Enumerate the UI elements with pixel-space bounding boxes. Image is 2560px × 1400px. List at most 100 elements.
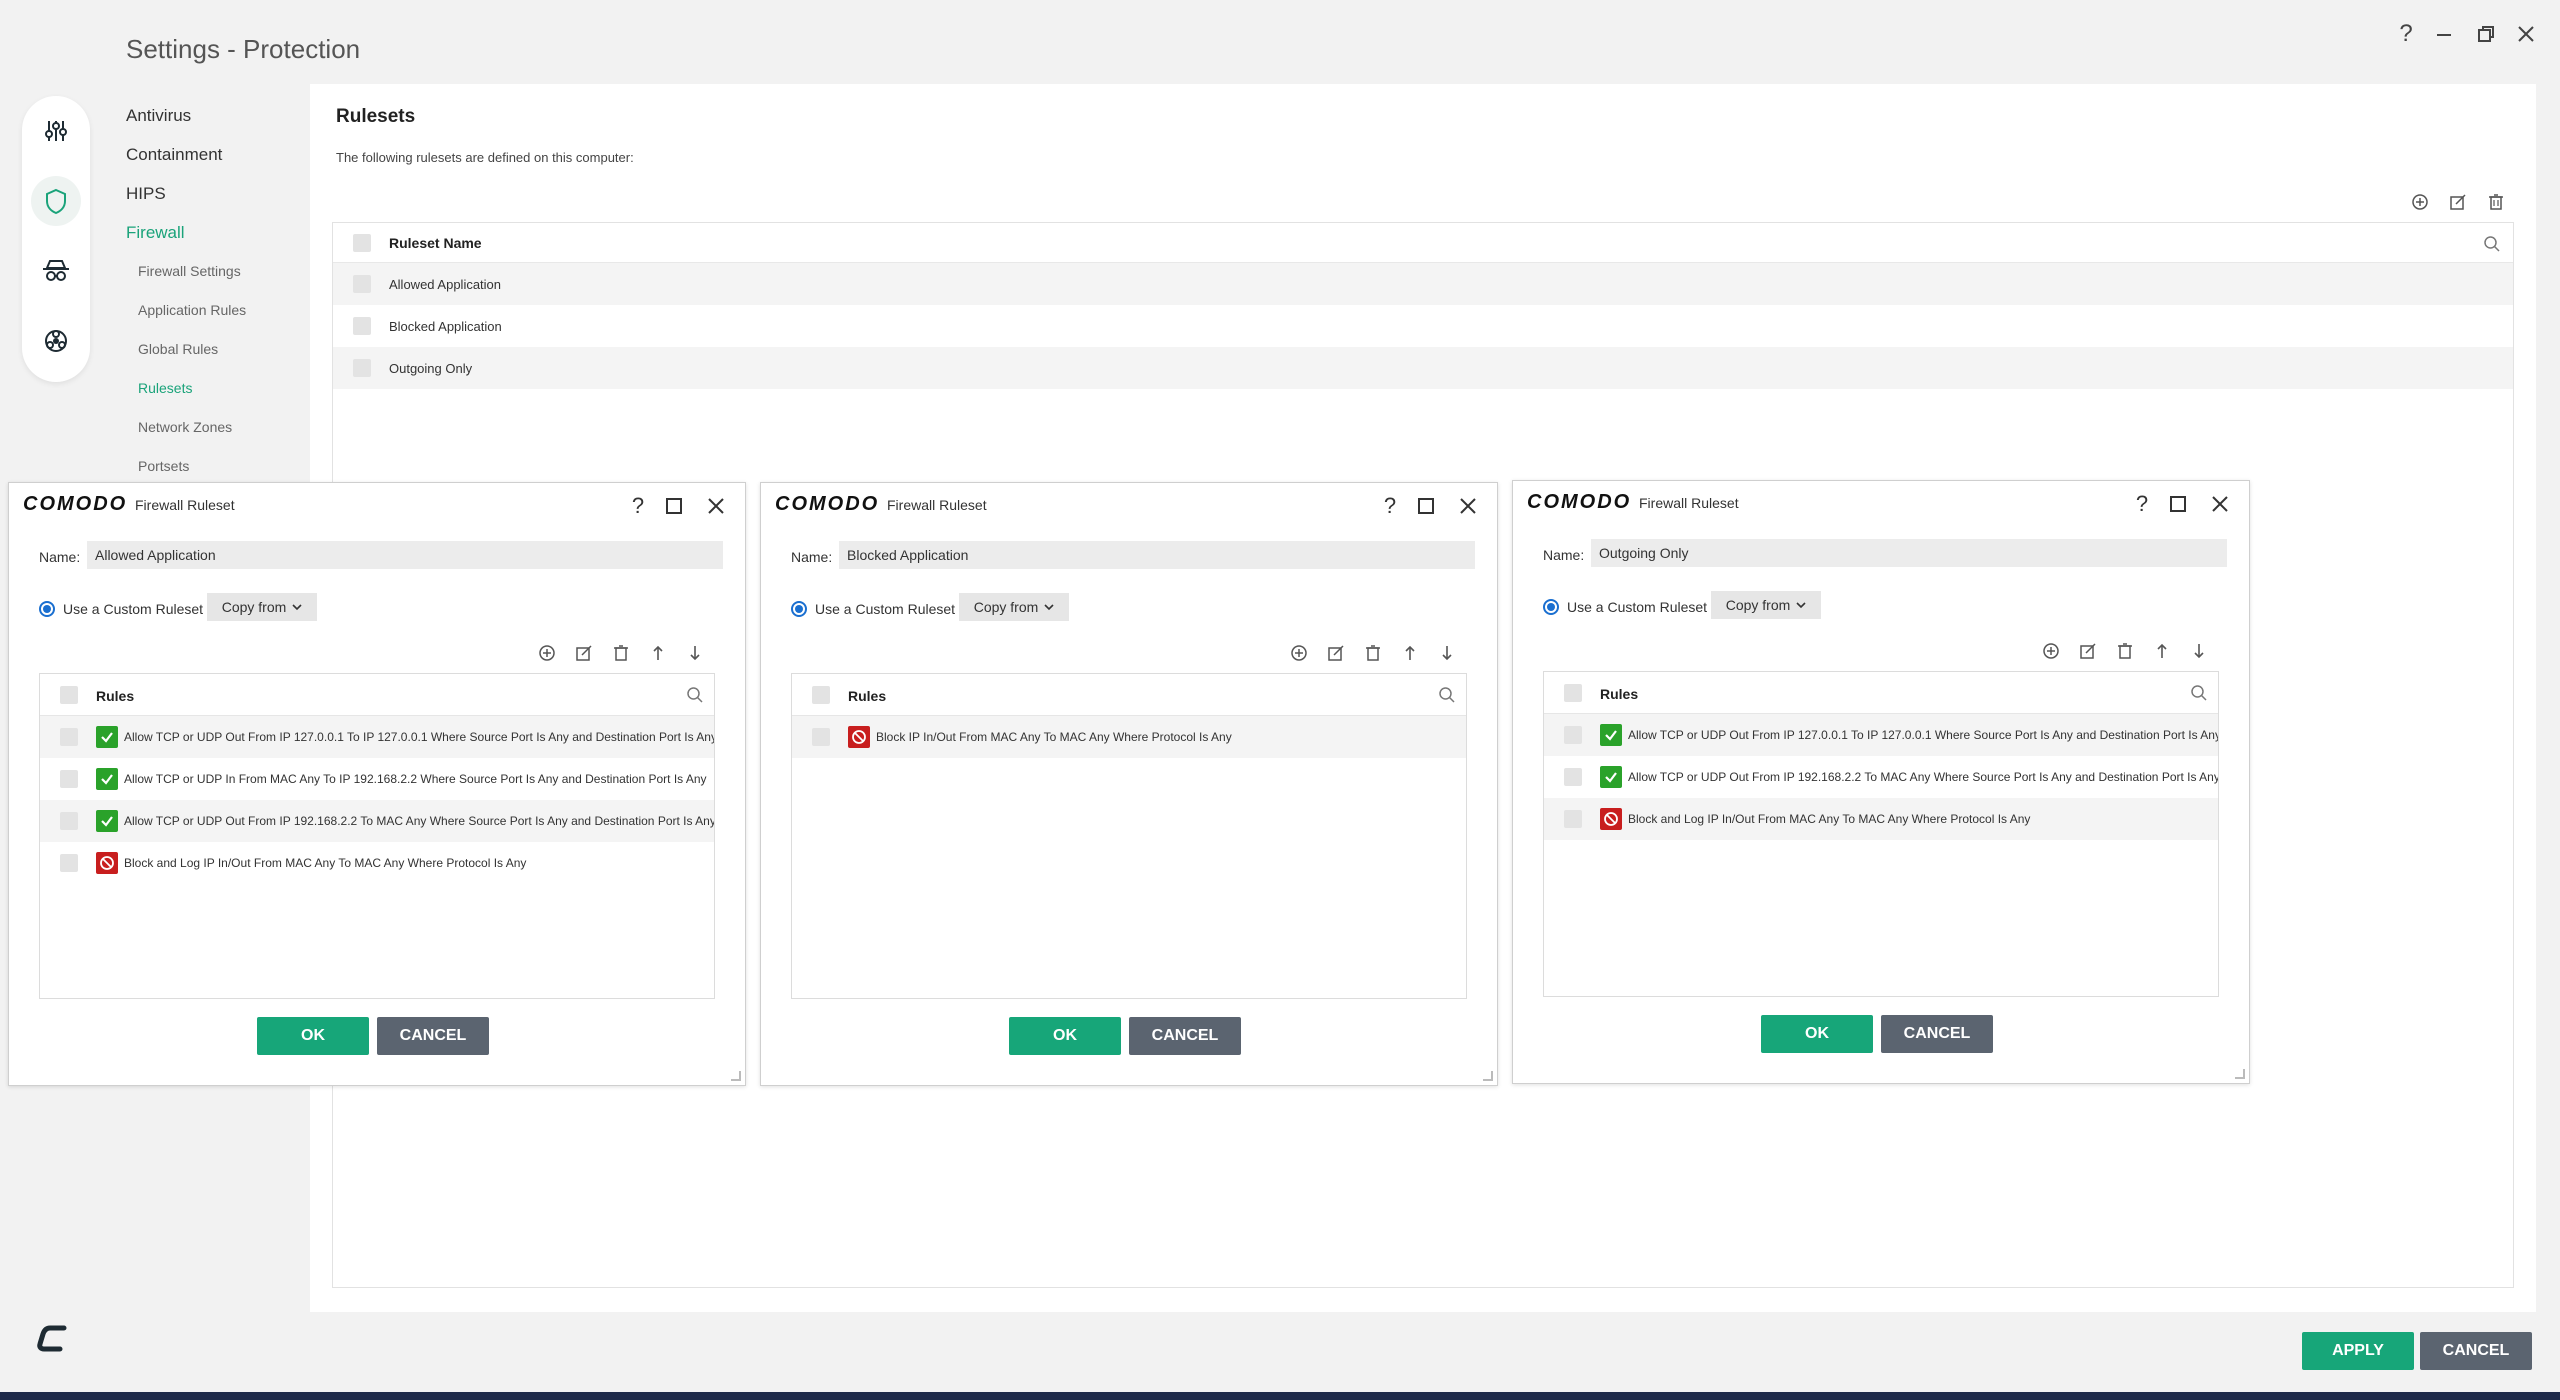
column-header-rules[interactable]: Rules [1600, 686, 1638, 702]
rail-item-advanced[interactable] [31, 316, 81, 366]
rule-row[interactable]: Allow TCP or UDP In From MAC Any To IP 1… [40, 758, 714, 800]
nav-sub-portsets[interactable]: Portsets [138, 458, 189, 474]
cancel-button[interactable]: CANCEL [1129, 1017, 1241, 1055]
rail-item-protection[interactable] [31, 176, 81, 226]
rule-row[interactable]: Allow TCP or UDP Out From IP 192.168.2.2… [40, 800, 714, 842]
edit-rule-button[interactable] [2078, 641, 2098, 661]
dialog-help-button[interactable]: ? [621, 489, 655, 523]
dialog-close-button[interactable] [699, 489, 733, 523]
row-checkbox[interactable] [60, 770, 78, 788]
dialog-close-button[interactable] [1451, 489, 1485, 523]
custom-ruleset-radio[interactable] [39, 601, 55, 617]
column-header-rules[interactable]: Rules [96, 688, 134, 704]
rule-row[interactable]: Block and Log IP In/Out From MAC Any To … [40, 842, 714, 884]
custom-ruleset-label[interactable]: Use a Custom Ruleset [63, 601, 203, 617]
select-all-checkbox[interactable] [353, 234, 371, 252]
copy-from-dropdown[interactable]: Copy from [959, 593, 1069, 621]
delete-rule-button[interactable] [2115, 641, 2135, 661]
custom-ruleset-radio[interactable] [1543, 599, 1559, 615]
row-checkbox[interactable] [60, 728, 78, 746]
name-input[interactable]: Blocked Application [839, 541, 1475, 569]
resize-grip[interactable] [1483, 1071, 1493, 1081]
row-checkbox[interactable] [1564, 726, 1582, 744]
move-up-button[interactable] [648, 643, 668, 663]
select-all-checkbox[interactable] [60, 686, 78, 704]
rule-row[interactable]: Allow TCP or UDP Out From IP 127.0.0.1 T… [40, 716, 714, 758]
rule-row[interactable]: Allow TCP or UDP Out From IP 127.0.0.1 T… [1544, 714, 2218, 756]
row-checkbox[interactable] [1564, 768, 1582, 786]
rail-item-general[interactable] [31, 106, 81, 156]
resize-grip[interactable] [731, 1071, 741, 1081]
add-rule-button[interactable] [2041, 641, 2061, 661]
restore-button[interactable] [2466, 14, 2506, 54]
custom-ruleset-radio[interactable] [791, 601, 807, 617]
select-all-checkbox[interactable] [812, 686, 830, 704]
add-rule-button[interactable] [1289, 643, 1309, 663]
table-row[interactable]: Outgoing Only [333, 347, 2513, 389]
help-button[interactable]: ? [2386, 14, 2426, 54]
dialog-maximize-button[interactable] [657, 489, 691, 523]
row-checkbox[interactable] [60, 812, 78, 830]
row-checkbox[interactable] [60, 854, 78, 872]
nav-sub-firewall-settings[interactable]: Firewall Settings [138, 263, 241, 279]
nav-sub-global-rules[interactable]: Global Rules [138, 341, 218, 357]
search-icon[interactable] [2483, 235, 2501, 253]
search-icon[interactable] [1438, 686, 1456, 704]
custom-ruleset-label[interactable]: Use a Custom Ruleset [815, 601, 955, 617]
rule-row[interactable]: Allow TCP or UDP Out From IP 192.168.2.2… [1544, 756, 2218, 798]
dialog-help-button[interactable]: ? [1373, 489, 1407, 523]
row-checkbox[interactable] [353, 275, 371, 293]
edit-ruleset-button[interactable] [2448, 192, 2468, 212]
edit-rule-button[interactable] [1326, 643, 1346, 663]
edit-rule-button[interactable] [574, 643, 594, 663]
rule-row[interactable]: Block and Log IP In/Out From MAC Any To … [1544, 798, 2218, 840]
add-ruleset-button[interactable] [2410, 192, 2430, 212]
nav-item-hips[interactable]: HIPS [126, 184, 166, 204]
dialog-close-button[interactable] [2203, 487, 2237, 521]
row-checkbox[interactable] [1564, 810, 1582, 828]
minimize-button[interactable] [2424, 14, 2464, 54]
search-icon[interactable] [2190, 684, 2208, 702]
move-down-button[interactable] [685, 643, 705, 663]
rail-item-privacy[interactable] [31, 246, 81, 296]
copy-from-dropdown[interactable]: Copy from [1711, 591, 1821, 619]
dialog-maximize-button[interactable] [2161, 487, 2195, 521]
dialog-help-button[interactable]: ? [2125, 487, 2159, 521]
cancel-button[interactable]: CANCEL [1881, 1015, 1993, 1053]
custom-ruleset-label[interactable]: Use a Custom Ruleset [1567, 599, 1707, 615]
cancel-button[interactable]: CANCEL [377, 1017, 489, 1055]
move-up-button[interactable] [2152, 641, 2172, 661]
row-checkbox[interactable] [353, 317, 371, 335]
row-checkbox[interactable] [353, 359, 371, 377]
ok-button[interactable]: OK [1009, 1017, 1121, 1055]
delete-ruleset-button[interactable] [2486, 192, 2506, 212]
copy-from-dropdown[interactable]: Copy from [207, 593, 317, 621]
move-up-button[interactable] [1400, 643, 1420, 663]
name-input[interactable]: Outgoing Only [1591, 539, 2227, 567]
nav-item-antivirus[interactable]: Antivirus [126, 106, 191, 126]
select-all-checkbox[interactable] [1564, 684, 1582, 702]
nav-item-firewall[interactable]: Firewall [126, 223, 185, 243]
table-row[interactable]: Allowed Application [333, 263, 2513, 305]
nav-sub-network-zones[interactable]: Network Zones [138, 419, 232, 435]
ok-button[interactable]: OK [1761, 1015, 1873, 1053]
search-icon[interactable] [686, 686, 704, 704]
dialog-maximize-button[interactable] [1409, 489, 1443, 523]
cancel-button[interactable]: CANCEL [2420, 1332, 2532, 1370]
column-header-rules[interactable]: Rules [848, 688, 886, 704]
name-input[interactable]: Allowed Application [87, 541, 723, 569]
delete-rule-button[interactable] [611, 643, 631, 663]
delete-rule-button[interactable] [1363, 643, 1383, 663]
close-button[interactable] [2506, 14, 2546, 54]
rule-row[interactable]: Block IP In/Out From MAC Any To MAC Any … [792, 716, 1466, 758]
table-row[interactable]: Blocked Application [333, 305, 2513, 347]
move-down-button[interactable] [1437, 643, 1457, 663]
resize-grip[interactable] [2235, 1069, 2245, 1079]
row-checkbox[interactable] [812, 728, 830, 746]
nav-sub-application-rules[interactable]: Application Rules [138, 302, 246, 318]
add-rule-button[interactable] [537, 643, 557, 663]
ok-button[interactable]: OK [257, 1017, 369, 1055]
apply-button[interactable]: APPLY [2302, 1332, 2414, 1370]
nav-item-containment[interactable]: Containment [126, 145, 222, 165]
column-header-ruleset-name[interactable]: Ruleset Name [389, 235, 482, 251]
